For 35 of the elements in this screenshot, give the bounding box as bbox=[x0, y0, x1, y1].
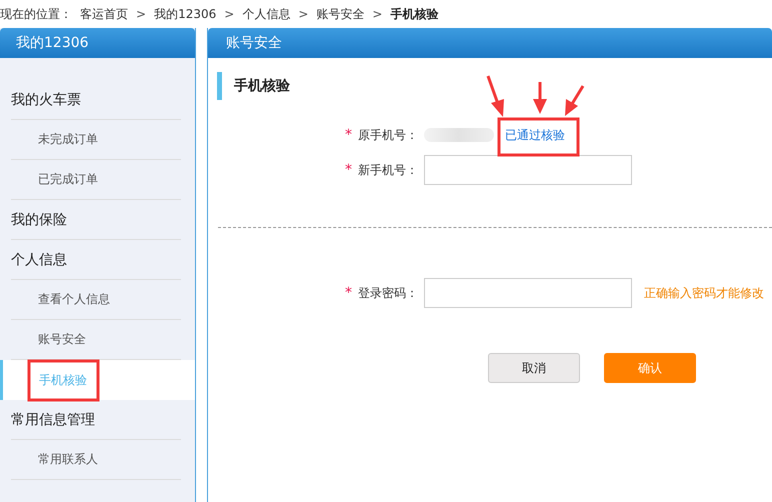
sidebar-title: 我的12306 bbox=[0, 28, 195, 58]
sidebar-group[interactable]: 常用信息管理 bbox=[11, 400, 181, 440]
annotation-arrow bbox=[565, 85, 584, 116]
cancel-button[interactable]: 取消 bbox=[488, 353, 580, 383]
field-hint: 正确输入密码才能修改 bbox=[644, 284, 764, 302]
required-mark: * bbox=[345, 162, 352, 178]
annotation-arrow bbox=[486, 76, 504, 117]
field-label: 登录密码： bbox=[358, 284, 418, 302]
annotation-arrow bbox=[533, 82, 547, 114]
sidebar-group[interactable]: 我的火车票 bbox=[11, 80, 181, 120]
breadcrumb-label: 现在的位置： bbox=[0, 6, 72, 22]
sidebar-item[interactable]: 常用联系人 bbox=[11, 440, 181, 480]
required-mark: * bbox=[345, 127, 352, 143]
breadcrumb-link[interactable]: 我的12306 bbox=[154, 6, 216, 22]
field-label: 新手机号： bbox=[358, 162, 418, 178]
blurred-phone-number bbox=[424, 128, 494, 142]
annotation-box bbox=[28, 360, 100, 402]
sidebar-group[interactable]: 我的保险 bbox=[11, 200, 181, 240]
password-field[interactable] bbox=[424, 278, 632, 308]
sidebar-group[interactable]: 个人信息 bbox=[11, 240, 181, 280]
field-label: 原手机号： bbox=[358, 126, 418, 144]
sidebar-item[interactable]: 未完成订单 bbox=[11, 120, 181, 160]
breadcrumb-separator: > bbox=[298, 7, 308, 21]
breadcrumb-separator: > bbox=[372, 7, 382, 21]
breadcrumb-separator: > bbox=[136, 7, 146, 21]
input-field[interactable] bbox=[424, 155, 632, 185]
sidebar-item[interactable]: 已完成订单 bbox=[11, 160, 181, 200]
breadcrumb-separator: > bbox=[224, 7, 234, 21]
breadcrumb-link[interactable]: 个人信息 bbox=[242, 6, 290, 22]
breadcrumb-link[interactable]: 账号安全 bbox=[316, 6, 364, 22]
breadcrumb-link[interactable]: 客运首页 bbox=[80, 6, 128, 22]
sidebar-item[interactable]: 查看个人信息 bbox=[11, 280, 181, 320]
panel-title: 账号安全 bbox=[208, 28, 772, 58]
required-mark: * bbox=[345, 285, 352, 301]
verified-status: 已通过核验 bbox=[505, 126, 565, 144]
